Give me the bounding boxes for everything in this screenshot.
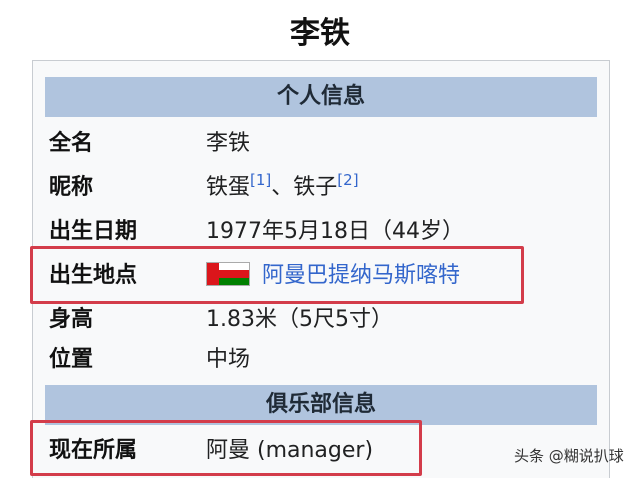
watermark-text: 头条 @糊说扒球	[514, 447, 624, 465]
infobox-row-position: 位置 中场	[45, 339, 597, 381]
row-label: 昵称	[49, 175, 94, 200]
page-title: 李铁	[290, 16, 350, 51]
infobox: 个人信息 全名 李铁 昵称 铁蛋[1]、铁子[2] 出生日期 1977年5月18…	[32, 60, 610, 478]
row-value: 阿曼 (manager)	[206, 438, 374, 463]
row-value: 铁蛋[1]、铁子[2]	[206, 167, 359, 209]
section-header-club-info: 俱乐部信息	[45, 385, 597, 425]
oman-flag-icon	[206, 262, 250, 286]
row-label: 身高	[49, 307, 94, 332]
reference-link-2[interactable]: [2]	[337, 171, 358, 189]
row-value: 1977年5月18日（44岁）	[206, 219, 464, 244]
row-label: 全名	[49, 131, 94, 156]
infobox-row-birth-place: 出生地点 阿曼巴提纳马斯喀特	[45, 255, 597, 297]
nickname-1: 铁蛋	[206, 175, 251, 200]
section-header-personal-info: 个人信息	[45, 77, 597, 117]
row-value: 1.83米（5尺5寸）	[206, 307, 393, 332]
nickname-2: 铁子	[293, 175, 338, 200]
infobox-row-nickname: 昵称 铁蛋[1]、铁子[2]	[45, 167, 597, 209]
row-label: 出生地点	[49, 263, 138, 288]
row-label: 出生日期	[49, 219, 138, 244]
row-label: 现在所属	[49, 438, 138, 463]
infobox-row-full-name: 全名 李铁	[45, 123, 597, 165]
row-value: 李铁	[206, 131, 251, 156]
infobox-row-birth-date: 出生日期 1977年5月18日（44岁）	[45, 211, 597, 253]
birth-place-link[interactable]: 阿曼巴提纳马斯喀特	[262, 263, 460, 288]
reference-link-1[interactable]: [1]	[250, 171, 271, 189]
infobox-row-height: 身高 1.83米（5尺5寸）	[45, 299, 597, 341]
row-value: 中场	[206, 347, 251, 372]
row-label: 位置	[49, 347, 94, 372]
nickname-separator: 、	[271, 175, 294, 200]
row-value: 阿曼巴提纳马斯喀特	[206, 255, 460, 297]
